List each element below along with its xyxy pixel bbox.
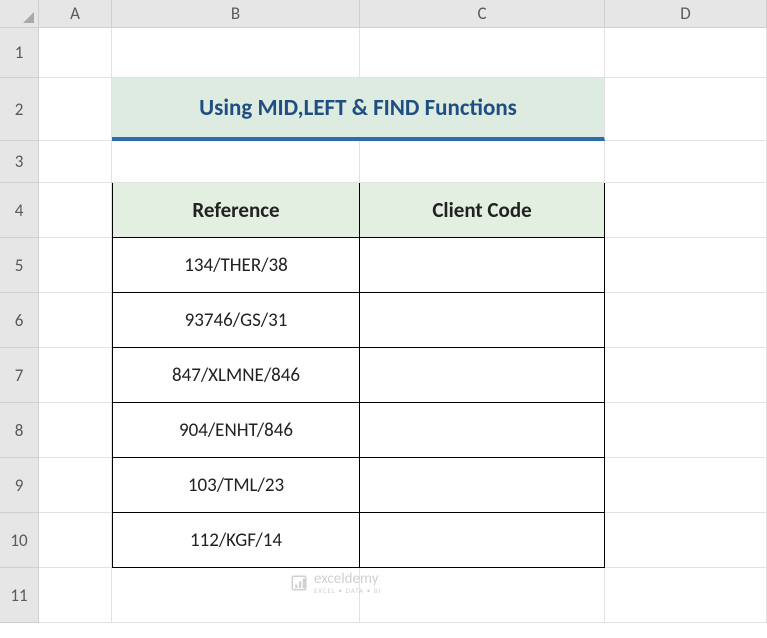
cell-d11[interactable]	[605, 568, 767, 623]
table-row[interactable]: 112/KGF/14	[112, 513, 360, 568]
row-header-10[interactable]: 10	[0, 513, 39, 568]
watermark: exceldemy EXCEL • DATA • BI	[290, 570, 381, 595]
row-header-8[interactable]: 8	[0, 403, 39, 458]
row-header-5[interactable]: 5	[0, 238, 39, 293]
cell-a6[interactable]	[39, 293, 112, 348]
cell-a10[interactable]	[39, 513, 112, 568]
cell-a8[interactable]	[39, 403, 112, 458]
table-row[interactable]: 847/XLMNE/846	[112, 348, 360, 403]
cell-a1[interactable]	[39, 28, 112, 78]
table-row[interactable]: 134/THER/38	[112, 238, 360, 293]
cell-b1[interactable]	[112, 28, 360, 78]
row-header-1[interactable]: 1	[0, 28, 39, 78]
row-headers: 1 2 3 4 5 6 7 8 9 10 11	[0, 28, 39, 623]
table-row[interactable]	[360, 403, 605, 458]
table-row[interactable]	[360, 513, 605, 568]
cell-a5[interactable]	[39, 238, 112, 293]
table-row[interactable]: 904/ENHT/846	[112, 403, 360, 458]
watermark-tagline: EXCEL • DATA • BI	[314, 586, 381, 595]
cell-d7[interactable]	[605, 348, 767, 403]
column-headers: A B C D	[39, 0, 767, 28]
cell-d10[interactable]	[605, 513, 767, 568]
cell-b3[interactable]	[112, 141, 360, 183]
cell-a2[interactable]	[39, 78, 112, 141]
cell-a3[interactable]	[39, 141, 112, 183]
table-row[interactable]: 93746/GS/31	[112, 293, 360, 348]
table-row[interactable]: 103/TML/23	[112, 458, 360, 513]
cell-a4[interactable]	[39, 183, 112, 238]
col-header-d[interactable]: D	[605, 0, 767, 28]
select-all-triangle[interactable]	[0, 0, 39, 28]
row-header-7[interactable]: 7	[0, 348, 39, 403]
page-title[interactable]: Using MID,LEFT & FIND Functions	[112, 78, 605, 141]
cell-a7[interactable]	[39, 348, 112, 403]
cell-c11[interactable]	[360, 568, 605, 623]
row-header-9[interactable]: 9	[0, 458, 39, 513]
row-header-4[interactable]: 4	[0, 183, 39, 238]
row-header-3[interactable]: 3	[0, 141, 39, 183]
cell-c1[interactable]	[360, 28, 605, 78]
col-header-b[interactable]: B	[112, 0, 360, 28]
grid-area: Using MID,LEFT & FIND Functions Referenc…	[39, 28, 767, 623]
col-header-a[interactable]: A	[39, 0, 112, 28]
col-header-c[interactable]: C	[360, 0, 605, 28]
watermark-text: exceldemy EXCEL • DATA • BI	[314, 570, 381, 595]
cell-d2[interactable]	[605, 78, 767, 141]
spreadsheet: A B C D 1 2 3 4 5 6 7 8 9 10 11 Using MI…	[0, 0, 767, 638]
table-row[interactable]	[360, 293, 605, 348]
table-row[interactable]	[360, 458, 605, 513]
cell-d8[interactable]	[605, 403, 767, 458]
table-row[interactable]	[360, 348, 605, 403]
row-header-6[interactable]: 6	[0, 293, 39, 348]
table-header-reference[interactable]: Reference	[112, 183, 360, 238]
cell-a11[interactable]	[39, 568, 112, 623]
cell-d6[interactable]	[605, 293, 767, 348]
table-header-client-code[interactable]: Client Code	[360, 183, 605, 238]
cell-d1[interactable]	[605, 28, 767, 78]
table-row[interactable]	[360, 238, 605, 293]
cell-d4[interactable]	[605, 183, 767, 238]
cell-d3[interactable]	[605, 141, 767, 183]
row-header-11[interactable]: 11	[0, 568, 39, 623]
cell-c3[interactable]	[360, 141, 605, 183]
watermark-icon	[290, 574, 308, 592]
cell-a9[interactable]	[39, 458, 112, 513]
cell-d9[interactable]	[605, 458, 767, 513]
row-header-2[interactable]: 2	[0, 78, 39, 141]
cell-d5[interactable]	[605, 238, 767, 293]
